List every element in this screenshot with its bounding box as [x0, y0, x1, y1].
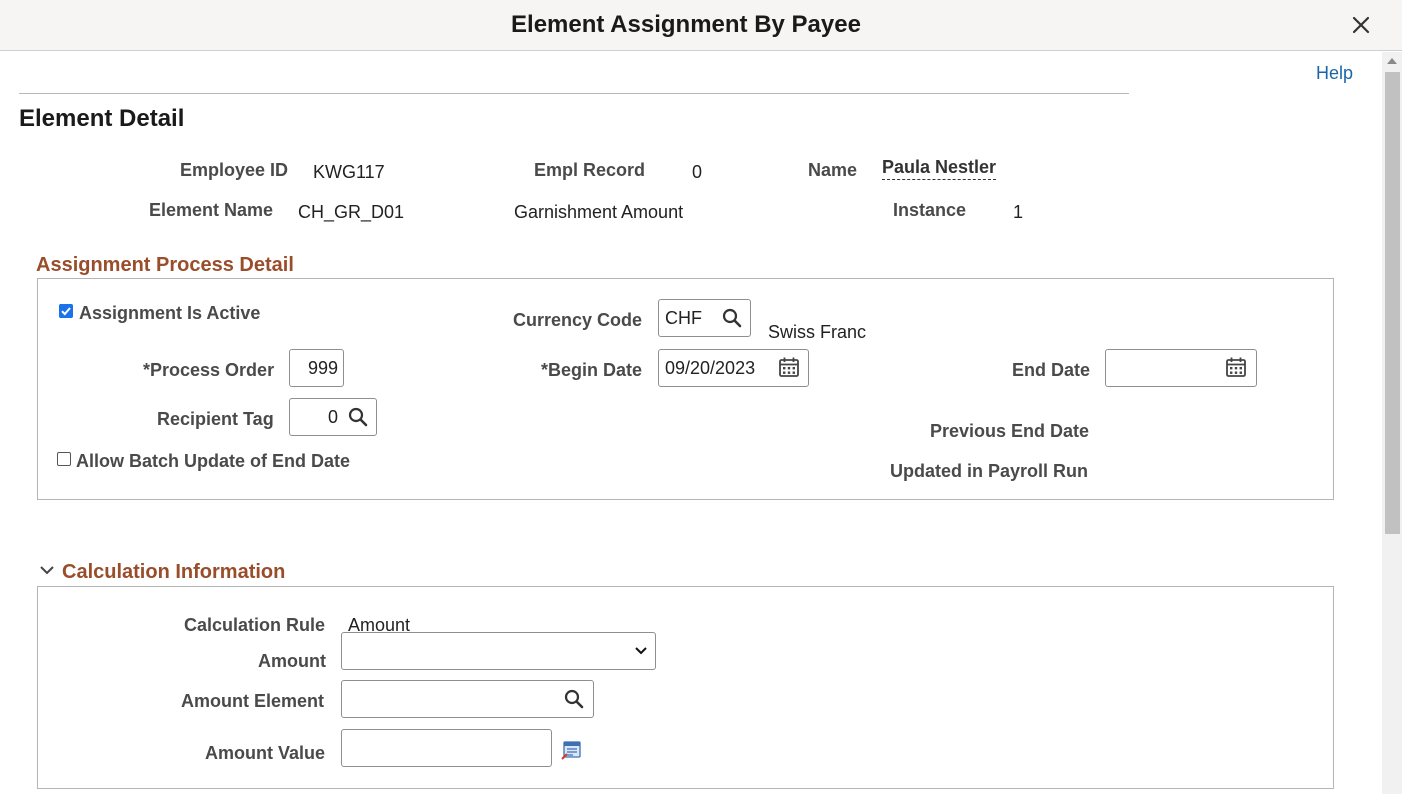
amount-value-label: Amount Value — [205, 743, 325, 764]
currency-code-input[interactable]: CHF — [658, 299, 751, 337]
employee-id-label: Employee ID — [180, 160, 288, 181]
chevron-down-icon[interactable] — [39, 563, 55, 577]
element-name-label: Element Name — [149, 200, 273, 221]
employee-name-link[interactable]: Paula Nestler — [882, 157, 996, 180]
assignment-active-label: Assignment Is Active — [79, 303, 260, 324]
vertical-scrollbar[interactable] — [1382, 52, 1402, 794]
recipient-tag-input[interactable]: 0 — [289, 398, 377, 436]
calculator-icon[interactable] — [561, 741, 581, 760]
calendar-icon[interactable] — [778, 356, 800, 378]
page-title: Element Detail — [19, 105, 184, 133]
begin-date-value: 09/20/2023 — [665, 358, 755, 379]
assignment-active-checkbox[interactable] — [59, 304, 73, 318]
search-icon[interactable] — [347, 406, 369, 428]
recipient-tag-label: Recipient Tag — [157, 409, 274, 430]
currency-name: Swiss Franc — [768, 322, 866, 343]
batch-update-label: Allow Batch Update of End Date — [76, 451, 350, 472]
end-date-input[interactable] — [1105, 349, 1257, 387]
currency-code-value: CHF — [665, 308, 702, 329]
search-icon[interactable] — [721, 307, 743, 329]
help-link[interactable]: Help — [1316, 63, 1353, 84]
calendar-icon[interactable] — [1225, 356, 1247, 378]
recipient-tag-value: 0 — [328, 407, 338, 428]
empl-record-label: Empl Record — [534, 160, 645, 181]
chevron-down-icon — [634, 642, 648, 660]
scrollbar-thumb[interactable] — [1385, 72, 1400, 534]
currency-code-label: Currency Code — [513, 310, 642, 331]
amount-label: Amount — [258, 651, 326, 672]
scroll-up-arrow-icon[interactable] — [1387, 58, 1397, 64]
amount-element-label: Amount Element — [181, 691, 324, 712]
close-icon[interactable] — [1349, 13, 1373, 37]
amount-value-input[interactable] — [341, 729, 552, 767]
employee-id-value: KWG117 — [313, 162, 385, 183]
begin-date-input[interactable]: 09/20/2023 — [658, 349, 809, 387]
process-order-input[interactable]: 999 — [289, 349, 344, 387]
assignment-section-title: Assignment Process Detail — [36, 254, 294, 277]
process-order-label: *Process Order — [143, 360, 274, 381]
updated-in-payroll-label: Updated in Payroll Run — [890, 461, 1088, 482]
name-label: Name — [808, 160, 857, 181]
modal-title: Element Assignment By Payee — [0, 11, 1372, 39]
process-order-value: 999 — [308, 358, 338, 379]
calculation-section-title[interactable]: Calculation Information — [62, 561, 285, 584]
element-name-value: CH_GR_D01 — [298, 202, 404, 223]
amount-element-input[interactable] — [341, 680, 594, 718]
element-description: Garnishment Amount — [514, 202, 683, 223]
divider — [19, 93, 1129, 94]
batch-update-checkbox[interactable] — [57, 452, 71, 466]
instance-value: 1 — [1013, 202, 1023, 223]
begin-date-label: *Begin Date — [541, 360, 642, 381]
previous-end-date-label: Previous End Date — [930, 421, 1089, 442]
modal-header: Element Assignment By Payee — [0, 0, 1402, 51]
search-icon[interactable] — [563, 688, 585, 710]
empl-record-value: 0 — [692, 162, 702, 183]
amount-select[interactable] — [341, 632, 656, 670]
instance-label: Instance — [893, 200, 966, 221]
calculation-rule-label: Calculation Rule — [184, 615, 325, 636]
end-date-label: End Date — [1012, 360, 1090, 381]
